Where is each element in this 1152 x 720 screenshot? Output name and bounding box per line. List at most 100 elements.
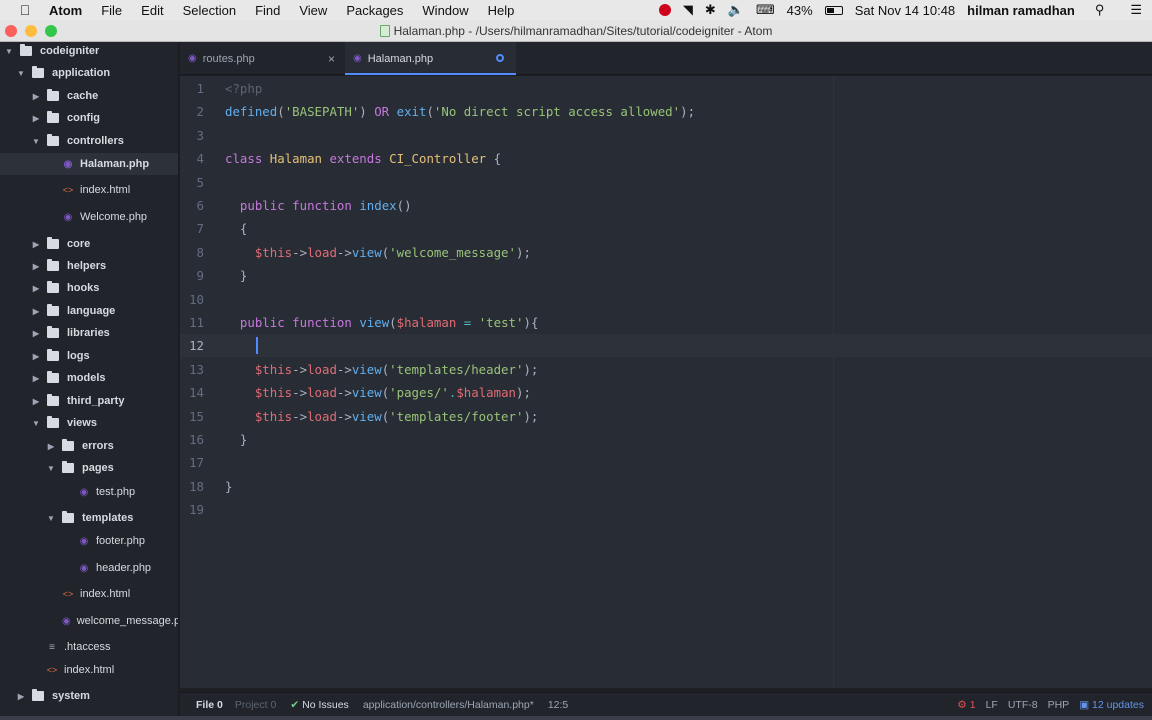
chevron-right-icon[interactable]: ▶ bbox=[31, 307, 41, 316]
line-number[interactable]: 9 bbox=[180, 264, 204, 287]
tree-folder-core[interactable]: ▶ core bbox=[0, 233, 178, 255]
menu-packages[interactable]: Packages bbox=[346, 3, 403, 18]
menu-file[interactable]: File bbox=[101, 3, 122, 18]
tree-folder-system[interactable]: ▶ system bbox=[0, 685, 178, 707]
tree-file-header-php[interactable]: ◉ header.php bbox=[0, 557, 178, 579]
status-file-tab[interactable]: File 0 bbox=[196, 699, 223, 711]
chevron-right-icon[interactable]: ▶ bbox=[31, 284, 41, 293]
code-line[interactable]: 19 bbox=[180, 498, 1152, 521]
tree-folder-controllers[interactable]: ▼ controllers bbox=[0, 130, 178, 152]
tab-halaman-php[interactable]: ◉ Halaman.php bbox=[345, 42, 516, 75]
line-number[interactable]: 11 bbox=[180, 311, 204, 334]
tree-folder-cache[interactable]: ▶ cache bbox=[0, 85, 178, 107]
tab-routes-php[interactable]: ◉ routes.php × bbox=[180, 42, 345, 75]
code-editor[interactable]: 1 <?php 2 defined('BASEPATH') OR exit('No d… bbox=[180, 76, 1152, 688]
chevron-right-icon[interactable]: ▶ bbox=[31, 374, 41, 383]
tree-file-views-index-html[interactable]: <> index.html bbox=[0, 583, 178, 605]
tree-folder-config[interactable]: ▶ config bbox=[0, 107, 178, 129]
tree-file-index-html[interactable]: <> index.html bbox=[0, 179, 178, 201]
line-number[interactable]: 14 bbox=[180, 381, 204, 404]
status-file-path[interactable]: application/controllers/Halaman.php* bbox=[363, 699, 534, 711]
chevron-down-icon[interactable]: ▼ bbox=[46, 464, 56, 473]
status-linter[interactable]: ✔ No Issues bbox=[290, 699, 349, 711]
tree-file-test-php[interactable]: ◉ test.php bbox=[0, 481, 178, 503]
tree-file-root-index-html[interactable]: <> index.html bbox=[0, 659, 178, 681]
code-line[interactable]: 13 $this->load->view('templates/header')… bbox=[180, 358, 1152, 381]
chevron-right-icon[interactable]: ▶ bbox=[31, 92, 41, 101]
bluetooth-icon[interactable]: ✱ bbox=[705, 2, 716, 18]
menu-selection[interactable]: Selection bbox=[183, 3, 236, 18]
tree-folder-hooks[interactable]: ▶ hooks bbox=[0, 277, 178, 299]
code-line[interactable]: 6 public function index() bbox=[180, 194, 1152, 217]
line-number[interactable]: 3 bbox=[180, 124, 204, 147]
chevron-right-icon[interactable]: ▶ bbox=[46, 442, 56, 451]
tree-file-welcome-message-php[interactable]: ◉ welcome_message.p bbox=[0, 610, 178, 632]
code-line[interactable]: 8 $this->load->view('welcome_message'); bbox=[180, 241, 1152, 264]
battery-icon[interactable] bbox=[824, 5, 843, 15]
chevron-down-icon[interactable]: ▼ bbox=[16, 69, 26, 78]
chevron-right-icon[interactable]: ▶ bbox=[31, 329, 41, 338]
line-number[interactable]: 8 bbox=[180, 241, 204, 264]
tree-file-halaman-php[interactable]: ◉ Halaman.php bbox=[0, 153, 178, 175]
tree-folder-pages[interactable]: ▼ pages bbox=[0, 457, 178, 479]
tree-folder-application[interactable]: ▼ application bbox=[0, 62, 178, 84]
tree-folder-helpers[interactable]: ▶ helpers bbox=[0, 255, 178, 277]
chevron-down-icon[interactable]: ▼ bbox=[31, 137, 41, 146]
line-number[interactable]: 1 bbox=[180, 77, 204, 100]
menu-help[interactable]: Help bbox=[488, 3, 515, 18]
chevron-right-icon[interactable]: ▶ bbox=[31, 352, 41, 361]
line-number[interactable]: 18 bbox=[180, 475, 204, 498]
chevron-down-icon[interactable]: ▼ bbox=[4, 47, 14, 56]
code-line[interactable]: 2 defined('BASEPATH') OR exit('No direct … bbox=[180, 100, 1152, 123]
code-line[interactable]: 11 public function view($halaman = 'test… bbox=[180, 311, 1152, 334]
line-number[interactable]: 13 bbox=[180, 358, 204, 381]
code-line[interactable]: 17 bbox=[180, 451, 1152, 474]
code-line[interactable]: 4 class Halaman extends CI_Controller { bbox=[180, 147, 1152, 170]
line-number[interactable]: 2 bbox=[180, 100, 204, 123]
status-line-ending[interactable]: LF bbox=[986, 699, 998, 711]
line-number[interactable]: 17 bbox=[180, 451, 204, 474]
code-line[interactable]: 10 bbox=[180, 288, 1152, 311]
chevron-right-icon[interactable]: ▶ bbox=[31, 262, 41, 271]
tree-file-welcome-php[interactable]: ◉ Welcome.php bbox=[0, 206, 178, 228]
code-line[interactable]: 18} bbox=[180, 475, 1152, 498]
status-cursor-position[interactable]: 12:5 bbox=[548, 699, 568, 711]
apple-icon[interactable]:  bbox=[17, 2, 33, 18]
chevron-right-icon[interactable]: ▶ bbox=[16, 692, 26, 701]
tree-folder-third-party[interactable]: ▶ third_party bbox=[0, 390, 178, 412]
keyboard-icon[interactable]: ⌨ bbox=[756, 2, 775, 18]
close-icon[interactable]: × bbox=[328, 52, 335, 66]
chevron-down-icon[interactable]: ▼ bbox=[46, 514, 56, 523]
code-line[interactable]: 14 $this->load->view('pages/'.$halaman); bbox=[180, 381, 1152, 404]
line-number[interactable]: 5 bbox=[180, 171, 204, 194]
tree-folder-language[interactable]: ▶ language bbox=[0, 300, 178, 322]
modified-indicator-icon[interactable] bbox=[496, 54, 504, 62]
code-line[interactable]: 5 bbox=[180, 171, 1152, 194]
line-number[interactable]: 16 bbox=[180, 428, 204, 451]
code-line[interactable]: 12 bbox=[180, 334, 1152, 358]
tree-file-htaccess[interactable]: ≡ .htaccess bbox=[0, 636, 178, 658]
menu-edit[interactable]: Edit bbox=[141, 3, 163, 18]
code-line[interactable]: 1 <?php bbox=[180, 77, 1152, 100]
line-number[interactable]: 4 bbox=[180, 147, 204, 170]
chevron-right-icon[interactable]: ▶ bbox=[31, 397, 41, 406]
chevron-right-icon[interactable]: ▶ bbox=[31, 114, 41, 123]
tree-folder-codeigniter[interactable]: ▼ codeigniter bbox=[0, 42, 178, 62]
tree-folder-templates[interactable]: ▼ templates bbox=[0, 507, 178, 529]
recording-icon[interactable] bbox=[658, 4, 671, 16]
code-line[interactable]: 7 { bbox=[180, 217, 1152, 240]
status-updates[interactable]: ▣ 12 updates bbox=[1079, 699, 1144, 711]
status-bug[interactable]: ⚙ 1 bbox=[957, 699, 975, 711]
tree-folder-libraries[interactable]: ▶ libraries bbox=[0, 322, 178, 344]
menu-atom[interactable]: Atom bbox=[49, 3, 82, 18]
status-encoding[interactable]: UTF-8 bbox=[1008, 699, 1038, 711]
menu-view[interactable]: View bbox=[299, 3, 327, 18]
line-number[interactable]: 7 bbox=[180, 217, 204, 240]
wifi-icon[interactable]: ◥ bbox=[683, 2, 693, 18]
tree-folder-logs[interactable]: ▶ logs bbox=[0, 345, 178, 367]
spotlight-search-icon[interactable]: ⚲ bbox=[1095, 2, 1105, 18]
notification-center-icon[interactable]: ☰ bbox=[1130, 2, 1142, 18]
tree-folder-models[interactable]: ▶ models bbox=[0, 367, 178, 389]
code-line[interactable]: 16 } bbox=[180, 428, 1152, 451]
line-number[interactable]: 15 bbox=[180, 405, 204, 428]
